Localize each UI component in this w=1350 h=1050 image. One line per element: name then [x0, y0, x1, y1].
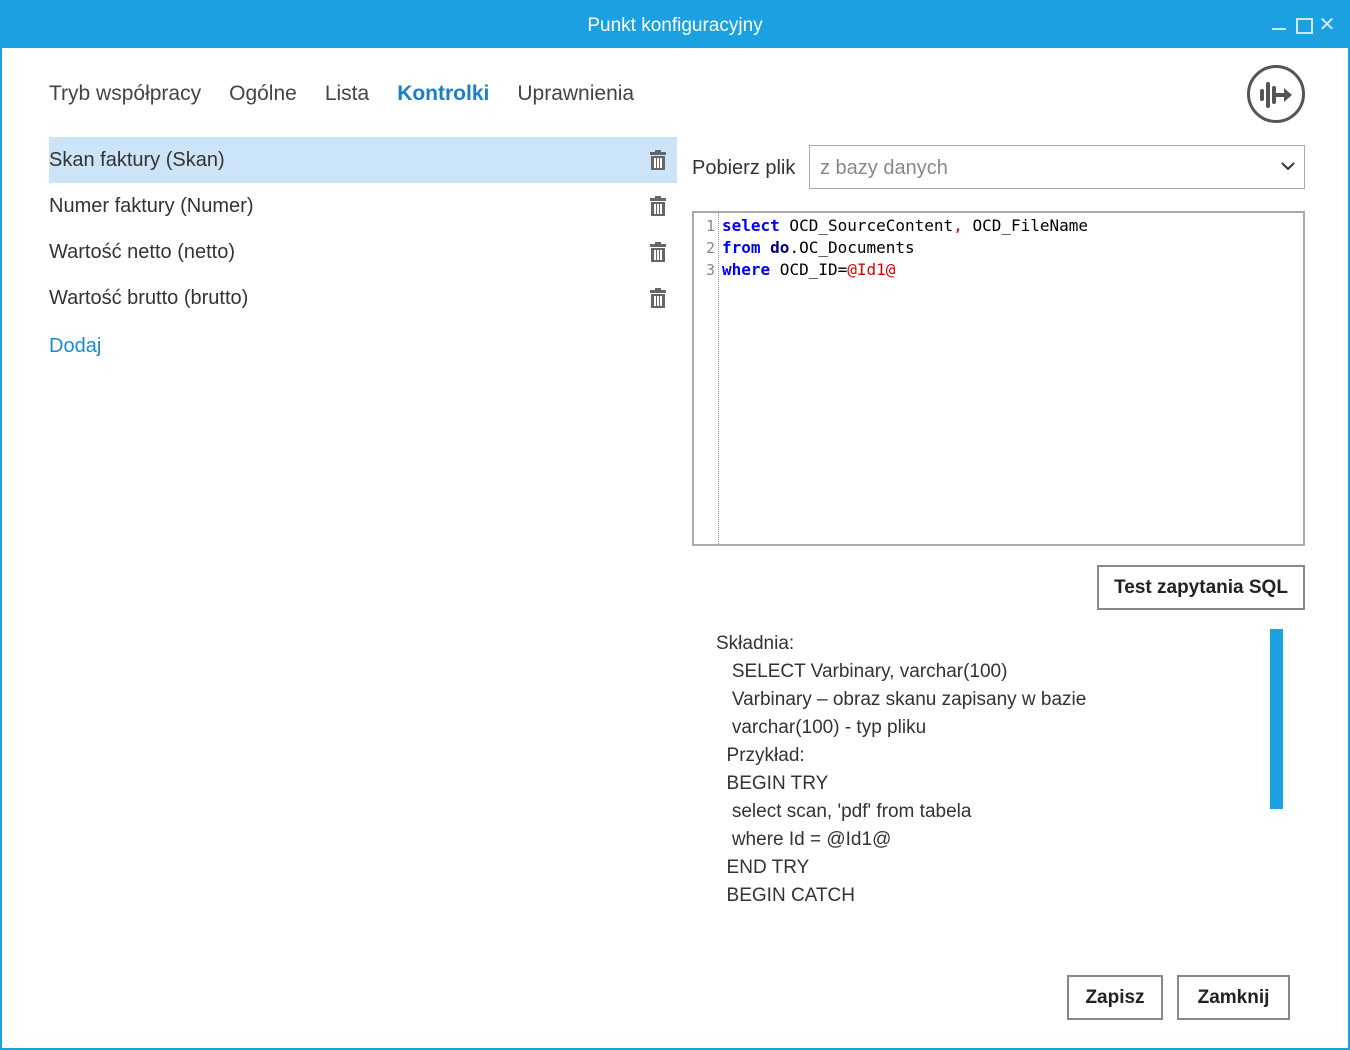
- save-button[interactable]: Zapisz: [1067, 975, 1163, 1020]
- fetch-file-select[interactable]: z bazy danych: [809, 145, 1305, 189]
- sql-punct: ,: [953, 216, 963, 235]
- maximize-icon[interactable]: [1294, 16, 1313, 34]
- control-label: Numer faktury (Numer): [49, 195, 254, 217]
- dialog-window: Punkt konfiguracyjny ✕ Tryb współpracy O…: [0, 0, 1350, 1050]
- tab-bar: Tryb współpracy Ogólne Lista Kontrolki U…: [49, 82, 634, 106]
- minimize-icon[interactable]: [1270, 16, 1288, 34]
- test-sql-button[interactable]: Test zapytania SQL: [1097, 565, 1305, 610]
- tab-kontrolki[interactable]: Kontrolki: [397, 82, 489, 106]
- trash-icon[interactable]: [649, 242, 667, 262]
- syntax-help: Składnia: SELECT Varbinary, varchar(100)…: [716, 630, 1256, 910]
- fetch-file-value: z bazy danych: [820, 157, 948, 179]
- sql-text: OCD_ID=: [770, 260, 848, 279]
- trash-icon[interactable]: [649, 150, 667, 170]
- help-line: BEGIN TRY: [716, 773, 829, 794]
- close-button[interactable]: Zamknij: [1177, 975, 1290, 1020]
- line-number-gutter: 1 2 3: [694, 213, 719, 544]
- trash-icon[interactable]: [649, 288, 667, 308]
- tab-uprawnienia[interactable]: Uprawnienia: [517, 82, 634, 106]
- tab-tryb-wspolpracy[interactable]: Tryb współpracy: [49, 82, 201, 106]
- exit-icon: [1260, 82, 1292, 108]
- sql-text: .OC_Documents: [789, 238, 915, 257]
- exit-button[interactable]: [1247, 65, 1305, 123]
- sql-editor[interactable]: 1 2 3 select OCD_SourceContent, OCD_File…: [692, 211, 1305, 546]
- code-line: where OCD_ID=@Id1@: [722, 259, 1303, 281]
- help-scrollbar[interactable]: [1270, 629, 1283, 809]
- list-item[interactable]: Skan faktury (Skan): [49, 137, 677, 183]
- line-number: 2: [705, 239, 715, 257]
- line-number: 3: [705, 261, 715, 279]
- sql-schema: do: [760, 238, 790, 257]
- trash-icon[interactable]: [649, 196, 667, 216]
- chevron-down-icon: [1281, 162, 1295, 171]
- sql-text: OCD_FileName: [962, 216, 1089, 235]
- help-line: SELECT Varbinary, varchar(100): [716, 661, 1008, 682]
- control-label: Skan faktury (Skan): [49, 149, 225, 171]
- tab-ogolne[interactable]: Ogólne: [229, 82, 297, 106]
- control-label: Wartość brutto (brutto): [49, 287, 249, 309]
- list-item[interactable]: Wartość brutto (brutto): [49, 275, 677, 321]
- sql-text: OCD_SourceContent: [779, 216, 954, 235]
- close-icon[interactable]: ✕: [1318, 15, 1336, 35]
- list-item[interactable]: Numer faktury (Numer): [49, 183, 677, 229]
- sql-keyword: select: [722, 216, 780, 235]
- help-line: BEGIN CATCH: [716, 885, 855, 906]
- help-line: select scan, 'pdf' from tabela: [716, 801, 972, 822]
- sql-keyword: from: [722, 238, 761, 257]
- controls-list: Skan faktury (Skan) Numer faktury (Numer…: [49, 137, 677, 369]
- code-line: from do.OC_Documents: [722, 237, 1303, 259]
- code-line: select OCD_SourceContent, OCD_FileName: [722, 215, 1303, 237]
- title-bar: Punkt konfiguracyjny ✕: [2, 2, 1348, 48]
- control-label: Wartość netto (netto): [49, 241, 235, 263]
- list-item[interactable]: Wartość netto (netto): [49, 229, 677, 275]
- help-line: varchar(100) - typ pliku: [716, 717, 927, 738]
- tab-lista[interactable]: Lista: [325, 82, 369, 106]
- help-line: where Id = @Id1@: [716, 829, 892, 850]
- help-line: END TRY: [716, 857, 810, 878]
- help-line: Składnia:: [716, 633, 795, 654]
- help-line: Varbinary – obraz skanu zapisany w bazie: [716, 689, 1087, 710]
- window-title: Punkt konfiguracyjny: [587, 15, 763, 36]
- code-area: select OCD_SourceContent, OCD_FileName f…: [722, 213, 1303, 281]
- fetch-file-label: Pobierz plik: [692, 157, 796, 179]
- help-line: Przykład:: [716, 745, 805, 766]
- line-number: 1: [705, 217, 715, 235]
- sql-variable: @Id1@: [847, 260, 896, 279]
- add-control-link[interactable]: Dodaj: [49, 323, 677, 369]
- sql-keyword: where: [722, 260, 771, 279]
